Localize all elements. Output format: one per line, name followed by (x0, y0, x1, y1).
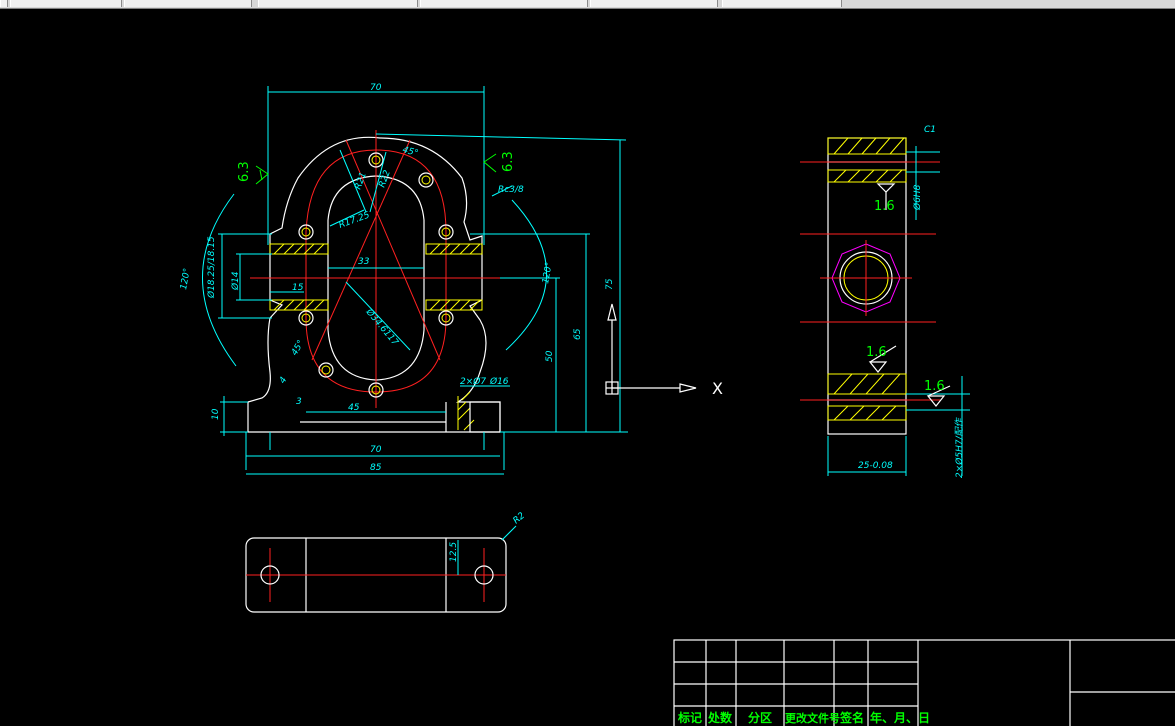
dim-r-upper-right: R22 (377, 169, 393, 189)
dim-side-hole-note: 2×Ø5H7/配作 (954, 416, 965, 478)
ucs-x-label: X (712, 379, 723, 398)
ucs-icon: X (605, 303, 723, 398)
svg-text:1.6: 1.6 (924, 379, 945, 394)
tb-header-change-doc: 更改文件号 (785, 711, 840, 725)
tb-header-signature: 签名 (839, 710, 864, 725)
dim-bottom-radius: R2 (512, 511, 528, 527)
toolbar-segment-3[interactable] (124, 0, 252, 7)
dim-left-inner: 15 (292, 283, 304, 293)
tb-header-mark: 标记 (677, 710, 702, 725)
side-top-hatch (827, 137, 907, 183)
right-port-hatch (425, 243, 483, 311)
svg-text:1.6: 1.6 (866, 345, 887, 360)
side-view: C1 Ø6H8 25-0.08 2×Ø5H7/配作 1.6 1.6 1.6 (800, 125, 970, 478)
cad-canvas: 70 75 65 50 70 85 45 3 10 33 15 Ø14 Ø18.… (179, 83, 1175, 726)
dim-chamfer: C1 (924, 125, 936, 135)
dim-hole-note: 2×Ø7 (460, 376, 486, 387)
dim-counterbore: Ø16 (489, 376, 509, 387)
dim-vert-75: 75 (605, 278, 615, 290)
bottom-view: 12.5 R2 (245, 511, 528, 613)
roughness-right: 6.3 (483, 151, 516, 173)
dim-angle-45-lower: 45° (290, 339, 307, 358)
dim-top-width: 70 (370, 83, 382, 93)
front-outline (247, 136, 501, 433)
dim-bottom-85: 85 (370, 463, 382, 473)
dim-bore: Ø6H8 (912, 184, 923, 211)
tb-header-zone: 分区 (748, 710, 772, 725)
left-port-hatch (269, 243, 329, 311)
svg-text:1.6: 1.6 (874, 199, 895, 214)
side-roughness-2: 1.6 (866, 345, 897, 373)
dim-base-45: 45 (348, 403, 360, 413)
toolbar-segment-5[interactable] (420, 0, 588, 7)
dim-r-inner: R17.25 (338, 210, 372, 230)
dim-vert-50: 50 (545, 350, 555, 362)
dim-center-gap: 33 (358, 257, 370, 267)
dim-base-10: 10 (211, 408, 221, 420)
roughness-left: 6.3 (237, 161, 269, 185)
arc-120-right (505, 199, 547, 351)
svg-text:6.3: 6.3 (501, 151, 516, 172)
side-roughness-1: 1.6 (874, 183, 896, 214)
dim-arc-120-left: 120° (179, 267, 193, 290)
toolbar-segment-2[interactable] (10, 0, 122, 7)
toolbar-segment-6[interactable] (590, 0, 718, 7)
title-block: 标记 处数 分区 更改文件号 签名 年、月、日 (673, 639, 1175, 726)
side-roughness-3: 1.6 (924, 379, 951, 407)
dim-angle-45: 45° (401, 145, 419, 159)
dim-vert-65: 65 (573, 328, 583, 340)
svg-text:6.3: 6.3 (237, 161, 252, 182)
dim-side-width: 25-0.08 (858, 461, 893, 471)
dim-arc-120-right: 120° (541, 261, 555, 284)
tb-header-date: 年、月、日 (870, 710, 930, 725)
toolbar-segment-7[interactable] (722, 0, 842, 7)
dim-base-3: 3 (296, 397, 302, 407)
toolbar (0, 0, 1175, 9)
bolt-hole (418, 172, 434, 188)
dim-bottom-height: 12.5 (449, 542, 459, 562)
dim-hole-small: 4 (278, 375, 290, 385)
dim-port-dia: Ø14 (230, 271, 241, 291)
dim-port-range: Ø18.25/18.15 (206, 236, 217, 299)
cad-drawing-area[interactable]: 70 75 65 50 70 85 45 3 10 33 15 Ø14 Ø18.… (0, 9, 1175, 726)
dim-bottom-70: 70 (370, 445, 382, 455)
dim-diag-dia: Ø34.6117 (363, 306, 401, 348)
side-bottom-hatch (827, 373, 907, 421)
tb-header-count: 处数 (707, 710, 733, 725)
dim-thread: Rc3/8 (498, 185, 524, 195)
toolbar-segment-4[interactable] (258, 0, 418, 7)
front-view: 70 75 65 50 70 85 45 3 10 33 15 Ø14 Ø18.… (179, 83, 628, 475)
toolbar-segment-1[interactable] (0, 0, 8, 7)
